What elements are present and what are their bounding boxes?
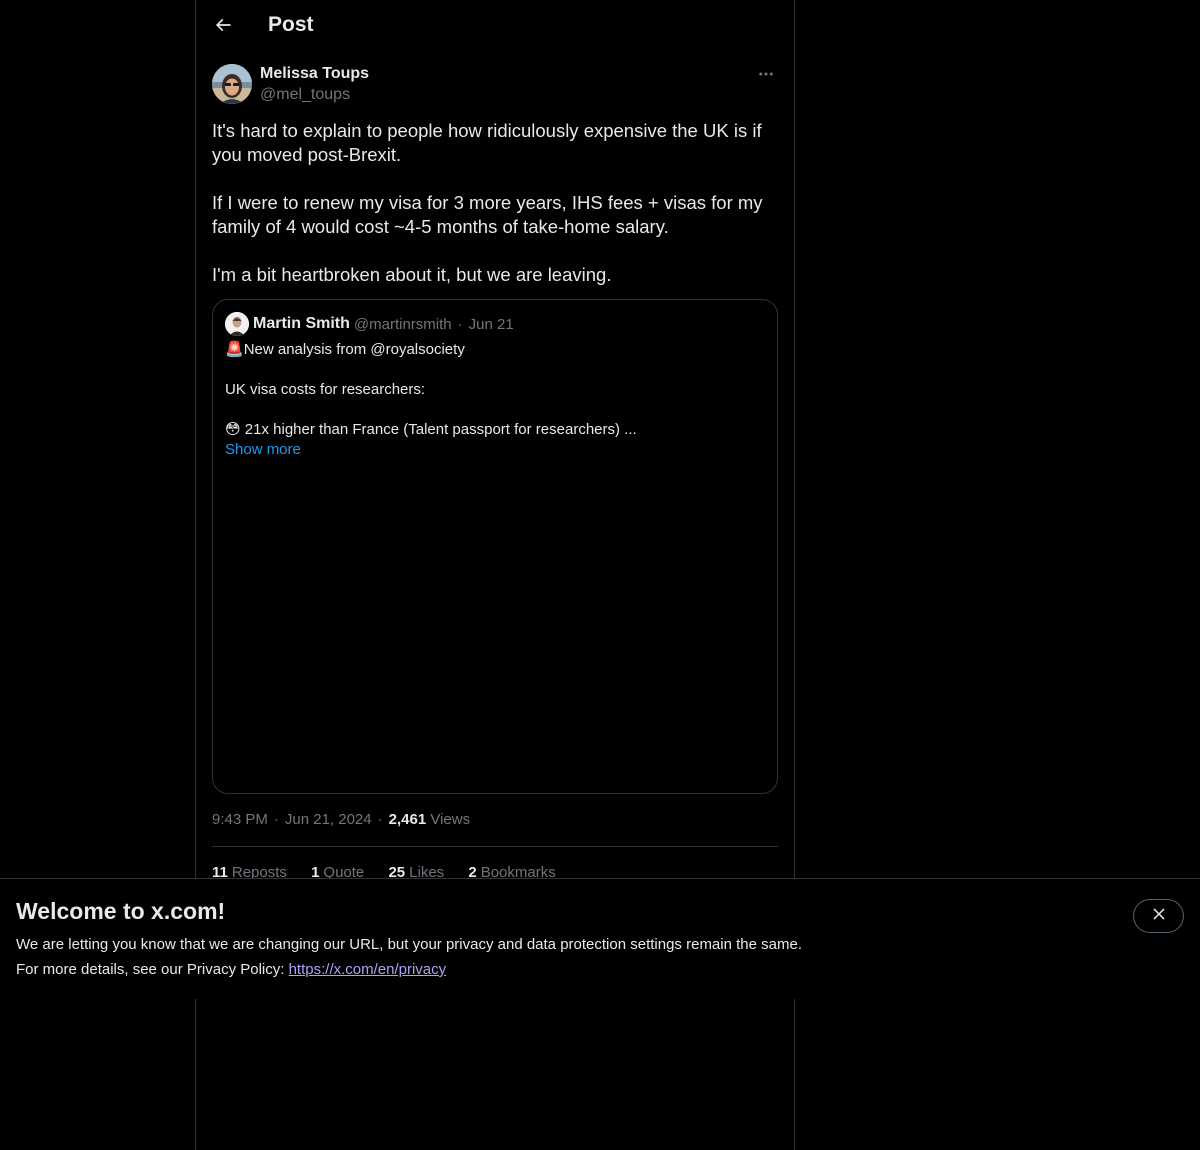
banner-message: We are letting you know that we are chan…: [16, 936, 802, 953]
back-button[interactable]: [206, 10, 240, 44]
quoted-post-header: Martin Smith @martinrsmith · Jun 21: [225, 312, 514, 336]
url-change-banner: Welcome to x.com! We are letting you kno…: [0, 878, 1200, 999]
ellipsis-icon: [757, 65, 775, 88]
post-paragraph: I'm a bit heartbroken about it, but we a…: [212, 264, 612, 285]
banner-title: Welcome to x.com!: [16, 898, 226, 924]
banner-close-button[interactable]: [1133, 899, 1184, 933]
post-paragraph: It's hard to explain to people how ridic…: [212, 120, 762, 165]
page-title: Post: [268, 13, 314, 36]
banner-policy-line: For more details, see our Privacy Policy…: [16, 961, 447, 978]
more-options-button[interactable]: [754, 64, 778, 88]
quoted-author-avatar: [225, 312, 249, 336]
divider: [212, 846, 778, 847]
show-more-link[interactable]: Show more: [225, 440, 301, 460]
quoted-author-handle: @martinrsmith: [353, 315, 452, 333]
separator-dot: ·: [377, 811, 383, 828]
quoted-line: 😳 21x higher than France (Talent passpor…: [225, 421, 637, 438]
siren-emoji-icon: 🚨: [225, 341, 244, 358]
close-icon: [1150, 905, 1168, 928]
quoted-post-date: Jun 21: [468, 315, 514, 333]
post-date[interactable]: Jun 21, 2024: [285, 811, 372, 828]
flushed-face-emoji-icon: 😳: [225, 421, 241, 438]
author-avatar[interactable]: [212, 64, 252, 104]
arrow-left-icon: [213, 15, 233, 40]
post-time[interactable]: 9:43 PM: [212, 811, 268, 828]
page-header: Post: [196, 0, 794, 53]
post-meta: 9:43 PM · Jun 21, 2024 · 2,461 Views: [212, 811, 470, 828]
author-name[interactable]: Melissa Toups: [260, 65, 369, 83]
quoted-line: UK visa costs for researchers:: [225, 381, 426, 398]
quoted-line: 🚨New analysis from @royalsociety: [225, 341, 465, 358]
post-text: It's hard to explain to people how ridic…: [212, 119, 782, 287]
quoted-post[interactable]: Martin Smith @martinrsmith · Jun 21 🚨New…: [212, 299, 778, 794]
separator-dot: ·: [457, 315, 463, 333]
privacy-policy-link[interactable]: https://x.com/en/privacy: [289, 961, 447, 978]
post-paragraph: If I were to renew my visa for 3 more ye…: [212, 192, 763, 237]
views-count: 2,461: [388, 811, 427, 828]
quoted-author-name: Martin Smith: [253, 315, 350, 332]
author-handle[interactable]: @mel_toups: [260, 86, 350, 104]
post-author: Melissa Toups @mel_toups: [212, 64, 778, 106]
separator-dot: ·: [273, 811, 279, 828]
quoted-post-text: 🚨New analysis from @royalsociety UK visa…: [225, 340, 765, 460]
views-label: Views: [430, 811, 471, 828]
